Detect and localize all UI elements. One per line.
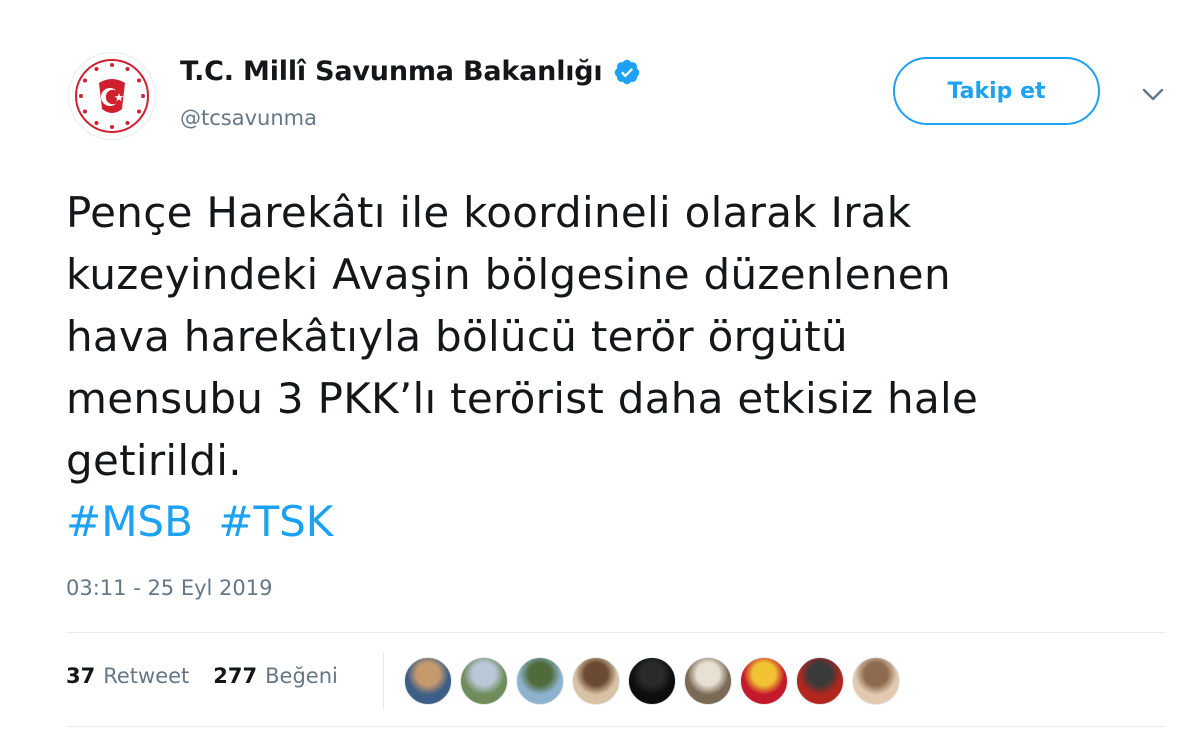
liker-avatar-8[interactable] [796,657,844,705]
liker-avatars [404,657,908,705]
tweet-stats: 37 Retweet 277 Beğeni [66,664,338,688]
follow-button[interactable]: Takip et [893,57,1100,125]
divider [66,632,1166,633]
liker-avatar-1[interactable] [404,657,452,705]
tweet-text-line: Pençe Harekâtı ile koordineli olarak Ira… [66,188,912,237]
tweet-timestamp[interactable]: 03:11 - 25 Eyl 2019 [66,576,273,600]
liker-avatar-6[interactable] [684,657,732,705]
liker-avatar-4[interactable] [572,657,620,705]
account-header: T.C. Millî Savunma Bakanlığı [180,56,641,87]
like-label: Beğeni [265,664,338,688]
account-display-name[interactable]: T.C. Millî Savunma Bakanlığı [180,56,603,87]
tweet-text-line: kuzeyindeki Avaşin bölgesine düzenlenen [66,250,951,299]
like-stat[interactable]: 277 Beğeni [213,664,338,688]
liker-avatar-2[interactable] [460,657,508,705]
chevron-down-icon[interactable] [1140,84,1166,104]
liker-avatar-9[interactable] [852,657,900,705]
hashtag-link-tsk[interactable]: #TSK [218,497,333,546]
ministry-emblem-icon [70,54,154,138]
like-count: 277 [213,664,258,688]
verified-badge-icon [613,58,641,86]
retweet-count: 37 [66,664,96,688]
tweet-hashtags: #MSB #TSK [66,492,345,552]
tweet-text-line: getirildi. [66,436,242,485]
liker-avatar-3[interactable] [516,657,564,705]
tweet-text: Pençe Harekâtı ile koordineli olarak Ira… [66,182,1146,492]
divider [66,726,1166,727]
account-handle[interactable]: @tcsavunma [180,106,317,130]
liker-avatar-5[interactable] [628,657,676,705]
retweet-label: Retweet [103,664,190,688]
hashtag-link-msb[interactable]: #MSB [66,497,193,546]
retweet-stat[interactable]: 37 Retweet [66,664,189,688]
liker-avatar-7[interactable] [740,657,788,705]
stats-divider [383,652,384,710]
tweet-text-line: mensubu 3 PKK’lı terörist daha etkisiz h… [66,374,979,423]
account-avatar[interactable] [68,52,156,140]
tweet-text-line: hava harekâtıyla bölücü terör örgütü [66,312,848,361]
